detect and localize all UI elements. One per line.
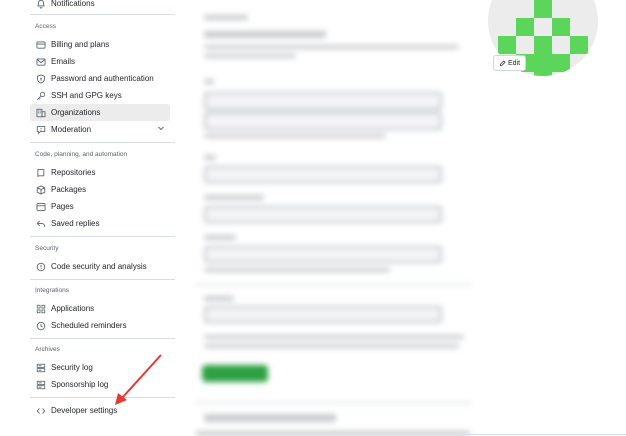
- blurred-main-content: [196, 0, 472, 436]
- divider: [463, 434, 626, 435]
- edit-avatar-button[interactable]: Edit: [493, 55, 527, 71]
- pencil-icon: [499, 59, 506, 66]
- edit-label: Edit: [508, 59, 521, 67]
